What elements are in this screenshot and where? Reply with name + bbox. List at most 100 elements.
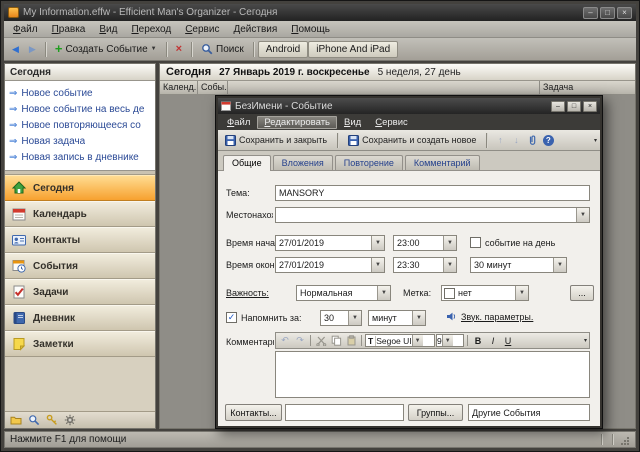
reminder-unit-combo[interactable]: минут ▼: [368, 310, 426, 326]
cut-button[interactable]: [314, 334, 328, 347]
create-event-button[interactable]: + Создать Событие ▼: [50, 42, 162, 57]
dialog-menu-edit[interactable]: Редактировать: [257, 116, 337, 129]
chevron-down-icon[interactable]: ▼: [371, 236, 384, 250]
action-new-event[interactable]: ⇒ Новое событие: [5, 85, 155, 101]
dialog-menu-view[interactable]: Вид: [337, 116, 368, 129]
column-header-task[interactable]: Задача: [540, 81, 635, 94]
menu-tools[interactable]: Сервис: [178, 23, 226, 36]
start-time-combo[interactable]: 23:00 ▼: [393, 235, 457, 251]
dialog-menu-tools[interactable]: Сервис: [368, 116, 415, 129]
end-date-combo[interactable]: 27/01/2019 ▼: [275, 257, 385, 273]
menu-go[interactable]: Переход: [124, 23, 178, 36]
dialog-menu-file[interactable]: Файл: [220, 116, 257, 129]
attach-button[interactable]: [525, 134, 539, 147]
duration-combo[interactable]: 30 минут ▼: [470, 257, 567, 273]
help-button[interactable]: ?: [541, 134, 555, 147]
chevron-down-icon[interactable]: ▼: [371, 258, 384, 272]
back-button[interactable]: ◀: [7, 43, 24, 56]
font-name-combo[interactable]: T Segoe UI ▼: [365, 334, 435, 347]
search-button[interactable]: Поиск: [196, 41, 249, 57]
action-new-task[interactable]: ⇒ Новая задача: [5, 133, 155, 149]
forward-button[interactable]: ▶: [24, 43, 41, 56]
tab-attachments[interactable]: Вложения: [273, 155, 333, 170]
sidebar-item-notes[interactable]: Заметки: [5, 331, 155, 357]
toolbar-overflow-icon[interactable]: ▾: [584, 337, 587, 344]
dialog-maximize-button[interactable]: □: [567, 101, 581, 112]
key-icon[interactable]: [46, 414, 58, 426]
italic-button[interactable]: I: [486, 334, 500, 347]
chevron-down-icon[interactable]: ▼: [553, 258, 566, 272]
sidebar-item-contacts[interactable]: Контакты: [5, 227, 155, 253]
menu-help[interactable]: Помощь: [284, 23, 337, 36]
reminder-value-combo[interactable]: 30 ▼: [320, 310, 362, 326]
paste-button[interactable]: [344, 334, 358, 347]
column-header-calendar[interactable]: Календ...: [160, 81, 198, 94]
chevron-down-icon[interactable]: ▼: [576, 208, 589, 222]
sound-settings-link[interactable]: Звук. параметры.: [461, 312, 533, 322]
location-combo[interactable]: ▼: [275, 207, 590, 223]
font-size-combo[interactable]: 9 ▼: [436, 334, 464, 347]
groups-button[interactable]: Группы...: [408, 404, 463, 421]
action-new-diary-entry[interactable]: ⇒ Новая запись в дневнике: [5, 149, 155, 165]
menu-actions[interactable]: Действия: [226, 23, 284, 36]
search-small-icon[interactable]: [28, 414, 40, 426]
sidebar-item-calendar[interactable]: Календарь: [5, 201, 155, 227]
contacts-field[interactable]: [285, 404, 404, 421]
tab-recurrence[interactable]: Повторение: [335, 155, 403, 170]
chevron-down-icon[interactable]: ▼: [443, 258, 456, 272]
sidebar-item-events[interactable]: События: [5, 253, 155, 279]
allday-checkbox[interactable]: [470, 237, 481, 248]
toolbar-overflow-icon[interactable]: ▾: [594, 137, 597, 144]
tab-general[interactable]: Общие: [223, 155, 271, 171]
start-date-combo[interactable]: 27/01/2019 ▼: [275, 235, 385, 251]
menu-file[interactable]: Файл: [6, 23, 45, 36]
chevron-down-icon[interactable]: ▼: [377, 286, 390, 300]
sound-settings[interactable]: Звук. параметры.: [446, 311, 533, 322]
redo-button[interactable]: ↷: [293, 334, 307, 347]
other-events-field[interactable]: Другие События: [468, 404, 590, 421]
importance-label[interactable]: Важность:: [226, 288, 269, 298]
chevron-down-icon[interactable]: ▼: [515, 286, 528, 300]
chevron-down-icon[interactable]: ▼: [442, 335, 453, 346]
copy-button[interactable]: [329, 334, 343, 347]
column-header-events[interactable]: Собы...: [198, 81, 228, 94]
undo-button[interactable]: ↶: [278, 334, 292, 347]
tab-comment[interactable]: Комментарий: [405, 155, 480, 170]
contacts-button[interactable]: Контакты...: [225, 404, 282, 421]
tag-combo[interactable]: нет ▼: [441, 285, 529, 301]
reminder-checkbox[interactable]: ✓: [226, 312, 237, 323]
previous-item-button[interactable]: ↑: [493, 134, 507, 147]
iphone-ipad-button[interactable]: iPhone And iPad: [308, 41, 398, 58]
sidebar-item-tasks[interactable]: Задачи: [5, 279, 155, 305]
menu-view[interactable]: Вид: [92, 23, 124, 36]
maximize-button[interactable]: □: [600, 7, 615, 19]
importance-combo[interactable]: Нормальная ▼: [296, 285, 391, 301]
chevron-down-icon[interactable]: ▼: [348, 311, 361, 325]
chevron-down-icon[interactable]: ▼: [443, 236, 456, 250]
dialog-minimize-button[interactable]: –: [551, 101, 565, 112]
minimize-button[interactable]: –: [583, 7, 598, 19]
folder-icon[interactable]: [10, 414, 22, 426]
gear-icon[interactable]: [64, 414, 76, 426]
action-new-allday-event[interactable]: ⇒ Новое событие на весь де: [5, 101, 155, 117]
delete-button[interactable]: ×: [171, 42, 187, 56]
save-new-button[interactable]: Сохранить и создать новое: [344, 134, 480, 147]
subject-field[interactable]: MANSORY: [275, 185, 590, 201]
sidebar-item-diary[interactable]: Дневник: [5, 305, 155, 331]
end-time-combo[interactable]: 23:30 ▼: [393, 257, 457, 273]
chevron-down-icon[interactable]: ▼: [412, 311, 425, 325]
android-button[interactable]: Android: [258, 41, 308, 58]
sidebar-item-today[interactable]: Сегодня: [5, 175, 155, 201]
more-tags-button[interactable]: ...: [570, 285, 594, 301]
dialog-close-button[interactable]: ×: [583, 101, 597, 112]
chevron-down-icon[interactable]: ▼: [412, 335, 423, 346]
save-close-button[interactable]: Сохранить и закрыть: [221, 134, 331, 147]
next-item-button[interactable]: ↓: [509, 134, 523, 147]
close-button[interactable]: ×: [617, 7, 632, 19]
tag-color-checkbox[interactable]: [444, 288, 455, 299]
comment-textarea[interactable]: [275, 351, 590, 398]
underline-button[interactable]: U: [501, 334, 515, 347]
bold-button[interactable]: B: [471, 334, 485, 347]
resize-grip[interactable]: [618, 434, 630, 446]
action-new-recurring-event[interactable]: ⇒ Новое повторяющееся со: [5, 117, 155, 133]
